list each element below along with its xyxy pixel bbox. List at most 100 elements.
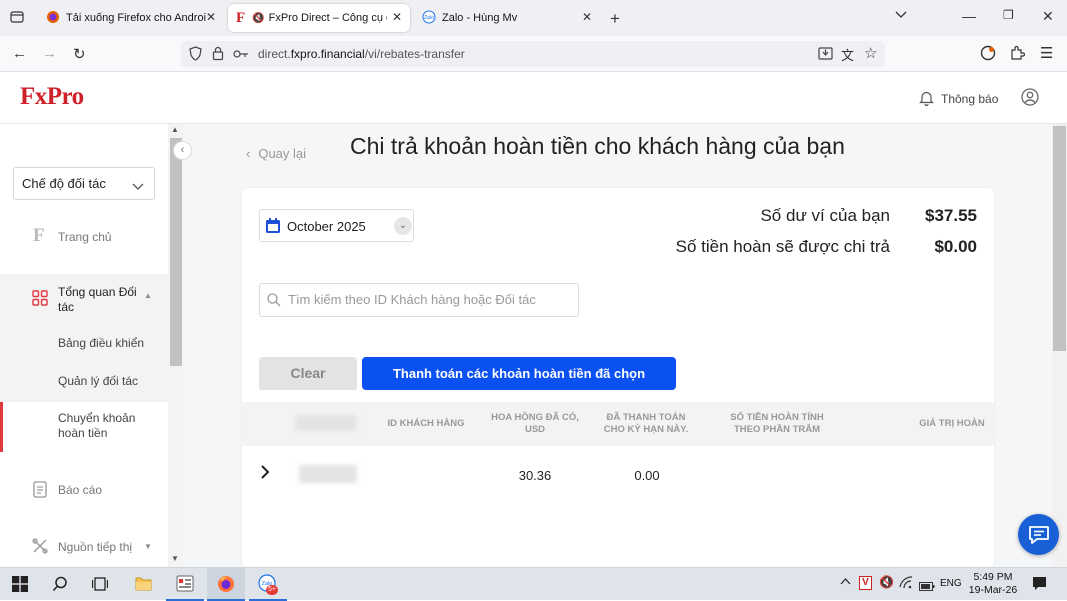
chevron-down-icon[interactable] — [895, 10, 907, 23]
user-profile-icon[interactable] — [1021, 88, 1039, 111]
expand-row-chevron-icon[interactable] — [260, 465, 270, 484]
volume-muted-icon[interactable]: 🔇 — [879, 575, 894, 589]
fxpro-favicon-icon: F — [236, 9, 246, 26]
sidebar-item-reports[interactable]: Báo cáo — [0, 480, 168, 500]
scroll-down-arrow-icon[interactable]: ▼ — [171, 554, 179, 563]
sidebar-item-dashboard[interactable]: Bảng điều khiển — [0, 334, 168, 354]
forward-arrow-icon[interactable]: → — [42, 45, 57, 62]
shield-icon[interactable] — [189, 46, 202, 66]
partner-mode-label: Chế độ đối tác — [22, 176, 106, 191]
tools-icon — [32, 538, 48, 557]
chat-support-button[interactable] — [1018, 514, 1059, 555]
windows-taskbar: Zalo 5+ V 🔇 ENG 5:49 PM 19-Mar-26 — [0, 567, 1067, 601]
taskbar-firefox[interactable] — [207, 568, 245, 601]
search-icon[interactable] — [52, 576, 68, 597]
notification-badge: 5+ — [266, 585, 278, 595]
task-view-icon[interactable] — [91, 576, 109, 597]
fxpro-logo[interactable]: FxPro — [20, 83, 84, 111]
sidebar-item-home[interactable]: F Trang chủ — [0, 224, 168, 250]
pay-selected-rebates-button[interactable]: Thanh toán các khoản hoàn tiền đã chọn — [362, 357, 676, 390]
system-clock[interactable]: 5:49 PM 19-Mar-26 — [966, 571, 1020, 597]
close-window-icon[interactable]: ✕ — [1042, 8, 1054, 25]
partner-mode-dropdown[interactable]: Chế độ đối tác — [13, 167, 155, 200]
back-link[interactable]: ‹ Quay lại — [246, 146, 306, 161]
input-language[interactable]: ENG — [940, 578, 962, 589]
column-header-commission: HOA HỒNG ĐÃ CÓ, USD — [491, 412, 579, 435]
browser-tab-bar: Tải xuống Firefox cho Android v ✕ F 🔇 Fx… — [0, 0, 1067, 36]
chevron-up-icon[interactable] — [840, 576, 851, 588]
sidebar: Chế độ đối tác F Trang chủ Tổng quan Đối… — [0, 124, 170, 567]
collapse-sidebar-chevron-icon[interactable]: ‹ — [173, 141, 192, 160]
tab-title: FxPro Direct – Công cụ quả — [268, 12, 387, 24]
address-bar[interactable]: direct.fxpro.financial/vi/rebates-transf… — [181, 41, 885, 67]
fxpro-f-icon: F — [33, 225, 45, 246]
url-text: direct.fxpro.financial/vi/rebates-transf… — [258, 47, 465, 61]
chevron-down-icon: ⌄ — [394, 217, 412, 235]
sidebar-scrollbar-thumb[interactable] — [170, 138, 182, 366]
wifi-icon[interactable] — [899, 576, 913, 594]
tab-title: Tải xuống Firefox cho Android v — [66, 12, 206, 24]
bookmark-star-icon[interactable]: ☆ — [864, 44, 877, 62]
sidebar-item-marketing-tools[interactable]: Nguồn tiếp thị ▼ — [0, 537, 168, 557]
zalo-icon: Zalo — [422, 10, 436, 27]
lock-icon[interactable] — [212, 46, 224, 66]
battery-icon[interactable] — [919, 578, 935, 596]
tab-firefox-download[interactable]: Tải xuống Firefox cho Android v ✕ — [38, 4, 224, 32]
month-picker[interactable]: October 2025 ⌄ — [259, 209, 414, 242]
hamburger-menu-icon[interactable]: ☰ — [1040, 44, 1053, 62]
sidebar-item-label: Báo cáo — [58, 483, 103, 497]
notifications-button[interactable]: Thông báo — [918, 89, 998, 109]
new-tab-icon[interactable]: + — [610, 9, 620, 29]
wallet-balance-value: $37.55 — [925, 206, 977, 225]
translate-icon[interactable]: 文 — [841, 45, 854, 64]
clear-button[interactable]: Clear — [259, 357, 357, 390]
search-input[interactable] — [288, 292, 568, 307]
url-host: fxpro.financial — [290, 47, 365, 61]
table-header: ID KHÁCH HÀNG HOA HỒNG ĐÃ CÓ, USD ĐÃ THA… — [242, 402, 994, 446]
notification-center-icon[interactable] — [1032, 576, 1047, 596]
minimize-icon[interactable]: — — [962, 8, 976, 24]
sidebar-item-rebate-transfer[interactable]: Chuyển khoản hoàn tiền — [0, 402, 168, 452]
close-tab-icon[interactable]: ✕ — [392, 10, 402, 24]
sidebar-item-label: Chuyển khoản hoàn tiền — [58, 411, 136, 440]
extensions-puzzle-icon[interactable] — [1010, 45, 1026, 65]
calendar-icon — [265, 217, 281, 239]
column-header-paid: ĐÃ THANH TOÁN CHO KỲ HẠN NÀY. — [603, 412, 689, 435]
report-document-icon — [33, 481, 47, 501]
taskbar-file-explorer[interactable] — [124, 568, 162, 601]
permissions-key-icon[interactable] — [233, 47, 249, 65]
column-header-percent-rebate: SỐ TIỀN HOÀN TÍNH THEO PHẦN TRĂM — [730, 412, 824, 435]
rebate-payout-label: Số tiền hoàn sẽ được chi trả — [675, 237, 890, 256]
restore-icon[interactable]: ❐ — [1003, 8, 1014, 22]
sidebar-item-label: Nguồn tiếp thị — [58, 540, 133, 554]
antivirus-icon[interactable]: V — [859, 576, 872, 590]
sidebar-item-manage-partners[interactable]: Quản lý đối tác — [0, 372, 168, 392]
taskbar-zalo[interactable]: Zalo 5+ — [249, 568, 287, 601]
tab-fxpro-direct[interactable]: F 🔇 FxPro Direct – Công cụ quả ✕ — [228, 4, 410, 32]
tab-list-icon[interactable] — [10, 10, 24, 27]
bell-icon — [918, 89, 935, 109]
table-row[interactable]: 30.36 0.00 — [242, 446, 994, 502]
account-sync-icon[interactable] — [980, 45, 996, 66]
chat-bubble-icon — [1028, 525, 1050, 550]
clock-date: 19-Mar-26 — [968, 584, 1018, 596]
close-tab-icon[interactable]: ✕ — [582, 10, 592, 24]
caret-down-icon: ▼ — [144, 542, 152, 551]
windows-start-icon[interactable] — [12, 576, 28, 597]
reload-icon[interactable]: ↻ — [73, 45, 86, 63]
back-arrow-icon[interactable]: ← — [12, 45, 27, 62]
wallet-balance-label: Số dư ví của bạn — [760, 206, 890, 225]
scroll-up-arrow-icon[interactable]: ▲ — [171, 125, 179, 134]
redacted-header-cell — [295, 415, 357, 431]
firefox-icon — [46, 10, 60, 27]
sidebar-item-partner-overview[interactable]: Tổng quan Đối tác ▲ — [0, 282, 168, 318]
page-scrollbar-thumb[interactable] — [1053, 126, 1066, 351]
redacted-client-cell — [299, 465, 357, 483]
close-tab-icon[interactable]: ✕ — [206, 10, 216, 24]
taskbar-app[interactable] — [166, 568, 204, 601]
save-page-icon[interactable] — [818, 46, 833, 66]
url-prefix: direct. — [258, 47, 291, 61]
muted-speaker-icon[interactable]: 🔇 — [252, 13, 264, 24]
tab-zalo[interactable]: Zalo Zalo - Hùng Mv ✕ — [414, 4, 600, 32]
search-box[interactable] — [259, 283, 579, 317]
